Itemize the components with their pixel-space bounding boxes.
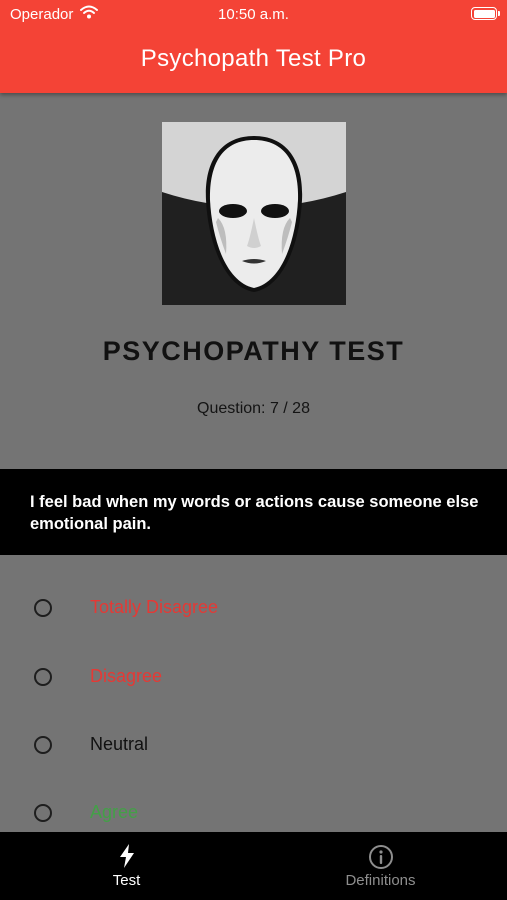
option-label: Disagree (90, 666, 163, 686)
question-box: I feel bad when my words or actions caus… (0, 469, 507, 555)
app-title: Psychopath Test Pro (140, 45, 367, 72)
tab-bar: Test Definitions (0, 832, 507, 900)
option-label: Neutral (90, 734, 149, 754)
option-totally-disagree[interactable]: Totally Disagree (0, 574, 507, 642)
question-counter: Question: 7 / 28 (197, 400, 310, 417)
mask-image (162, 122, 346, 305)
lightning-bolt-icon (119, 844, 135, 873)
app-header: Operador 10:50 a.m. Psychopath Test Pro (0, 0, 507, 93)
option-disagree[interactable]: Disagree (0, 643, 507, 711)
tab-label: Test (112, 872, 141, 889)
radio-button[interactable] (34, 599, 52, 617)
option-label: Totally Disagree (90, 597, 219, 617)
option-neutral[interactable]: Neutral (0, 711, 507, 779)
radio-button[interactable] (34, 804, 52, 822)
radio-button[interactable] (34, 736, 52, 754)
question-text: I feel bad when my words or actions caus… (30, 493, 479, 533)
option-label: Agree (90, 802, 139, 822)
radio-button[interactable] (34, 668, 52, 686)
tab-test[interactable]: Test (0, 832, 253, 900)
page-title: PSYCHOPATHY TEST (102, 336, 405, 366)
status-time: 10:50 a.m. (218, 6, 289, 23)
info-circle-icon (368, 844, 394, 875)
battery-icon (471, 7, 500, 20)
tab-definitions[interactable]: Definitions (254, 832, 507, 900)
status-bar: Operador 10:50 a.m. (0, 0, 507, 28)
tab-label: Definitions (345, 872, 416, 889)
